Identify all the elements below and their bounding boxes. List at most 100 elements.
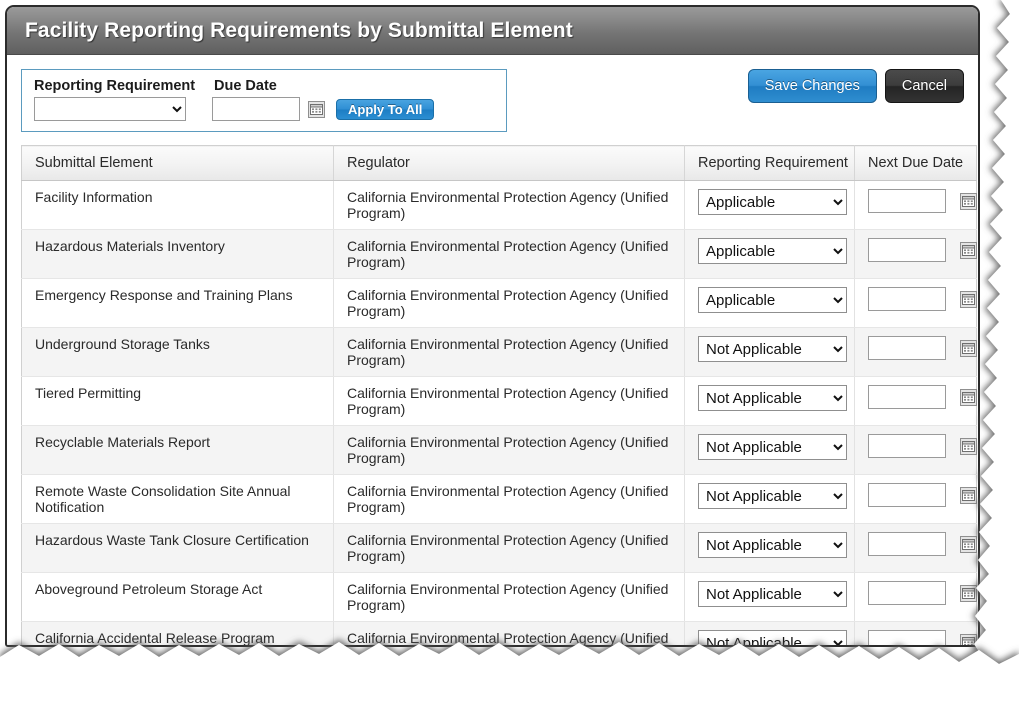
cell-next-due-date: [854, 278, 977, 328]
table-row: Underground Storage Tanks California Envi…: [21, 327, 977, 377]
due-date-control: [868, 532, 977, 556]
cell-reporting-requirement: Not Applicable: [684, 572, 855, 622]
cell-submittal-element: California Accidental Release Program: [21, 621, 334, 645]
cell-regulator: California Environmental Protection Agen…: [333, 621, 685, 645]
due-date-control: [868, 385, 977, 409]
cell-submittal-element: Aboveground Petroleum Storage Act: [21, 572, 334, 622]
cell-next-due-date: [854, 327, 977, 377]
reporting-requirement-select[interactable]: Not Applicable: [698, 483, 847, 509]
reporting-requirement-select[interactable]: Not Applicable: [698, 385, 847, 411]
filter-reporting-requirement-label: Reporting Requirement: [34, 78, 196, 94]
due-date-control: [868, 336, 977, 360]
cell-regulator: California Environmental Protection Agen…: [333, 425, 685, 475]
calendar-icon[interactable]: [960, 584, 977, 602]
calendar-icon[interactable]: [960, 192, 977, 210]
cell-reporting-requirement: Not Applicable: [684, 621, 855, 645]
reporting-requirement-select[interactable]: Not Applicable: [698, 434, 847, 460]
calendar-icon[interactable]: [960, 290, 977, 308]
table-row: Emergency Response and Training Plans Cal…: [21, 278, 977, 328]
next-due-date-input[interactable]: [868, 630, 946, 645]
filter-due-date-label: Due Date: [214, 78, 277, 94]
column-header-next-due-date: Next Due Date: [854, 145, 977, 181]
submittal-element-table: Submittal Element Regulator Reporting Re…: [21, 145, 977, 645]
due-date-control: [868, 630, 977, 645]
cell-next-due-date: [854, 523, 977, 573]
cell-next-due-date: [854, 474, 977, 524]
next-due-date-input[interactable]: [868, 385, 946, 409]
next-due-date-input[interactable]: [868, 238, 946, 262]
apply-to-all-panel: Reporting Requirement Due Date Apply To …: [21, 69, 507, 132]
reporting-requirement-select[interactable]: Applicable: [698, 189, 847, 215]
cell-reporting-requirement: Applicable: [684, 180, 855, 230]
next-due-date-input[interactable]: [868, 287, 946, 311]
cell-submittal-element: Facility Information: [21, 180, 334, 230]
cell-reporting-requirement: Not Applicable: [684, 523, 855, 573]
next-due-date-input[interactable]: [868, 189, 946, 213]
reporting-requirement-select[interactable]: Not Applicable: [698, 532, 847, 558]
next-due-date-input[interactable]: [868, 434, 946, 458]
reporting-requirement-select[interactable]: Applicable: [698, 287, 847, 313]
page-title: Facility Reporting Requirements by Submi…: [25, 18, 573, 42]
calendar-icon[interactable]: [960, 339, 977, 357]
cell-submittal-element: Recyclable Materials Report: [21, 425, 334, 475]
next-due-date-input[interactable]: [868, 532, 946, 556]
filter-labels: Reporting Requirement Due Date: [34, 78, 496, 94]
reporting-requirement-select[interactable]: Not Applicable: [698, 336, 847, 362]
cell-reporting-requirement: Not Applicable: [684, 474, 855, 524]
table-row: Aboveground Petroleum Storage Act Califor…: [21, 572, 977, 622]
cell-next-due-date: [854, 229, 977, 279]
screenshot-root: Facility Reporting Requirements by Submi…: [0, 0, 1019, 702]
due-date-control: [868, 238, 977, 262]
reporting-requirement-select[interactable]: Not Applicable: [698, 581, 847, 607]
calendar-icon[interactable]: [960, 437, 977, 455]
table-row: Remote Waste Consolidation Site Annual N…: [21, 474, 977, 524]
cell-regulator: California Environmental Protection Agen…: [333, 572, 685, 622]
cell-next-due-date: [854, 621, 977, 645]
column-header-reporting-requirement: Reporting Requirement: [684, 145, 855, 181]
filter-controls: Apply To All: [34, 97, 496, 121]
next-due-date-input[interactable]: [868, 336, 946, 360]
calendar-icon[interactable]: [308, 100, 325, 118]
due-date-control: [868, 483, 977, 507]
cell-next-due-date: [854, 425, 977, 475]
cell-next-due-date: [854, 376, 977, 426]
cell-reporting-requirement: Not Applicable: [684, 425, 855, 475]
cell-regulator: California Environmental Protection Agen…: [333, 278, 685, 328]
apply-to-all-button[interactable]: Apply To All: [336, 98, 435, 120]
calendar-icon[interactable]: [960, 241, 977, 259]
cell-submittal-element: Hazardous Materials Inventory: [21, 229, 334, 279]
cell-submittal-element: Tiered Permitting: [21, 376, 334, 426]
reporting-requirement-select[interactable]: Not Applicable: [698, 630, 847, 645]
cell-submittal-element: Underground Storage Tanks: [21, 327, 334, 377]
due-date-control: [868, 287, 977, 311]
table-row: California Accidental Release Program Cal…: [21, 621, 977, 645]
table-row: Hazardous Materials Inventory California …: [21, 229, 977, 279]
cell-reporting-requirement: Applicable: [684, 229, 855, 279]
table-row: Facility Information California Environme…: [21, 180, 977, 230]
due-date-control: [868, 434, 977, 458]
table-row: Tiered Permitting California Environmenta…: [21, 376, 977, 426]
cell-reporting-requirement: Not Applicable: [684, 327, 855, 377]
cell-regulator: California Environmental Protection Agen…: [333, 229, 685, 279]
calendar-icon[interactable]: [960, 486, 977, 504]
cell-regulator: California Environmental Protection Agen…: [333, 474, 685, 524]
save-changes-button-top[interactable]: Save Changes: [747, 69, 877, 103]
cell-reporting-requirement: Not Applicable: [684, 376, 855, 426]
reporting-requirement-select[interactable]: Applicable: [698, 238, 847, 264]
reporting-requirements-window: Facility Reporting Requirements by Submi…: [5, 5, 980, 647]
table-header-row: Submittal Element Regulator Reporting Re…: [21, 145, 977, 181]
filter-reporting-requirement-select[interactable]: [34, 97, 186, 121]
window-body: Save Changes Cancel Reporting Requiremen…: [7, 55, 978, 645]
cancel-button-top[interactable]: Cancel: [884, 69, 964, 103]
calendar-icon[interactable]: [960, 633, 977, 645]
calendar-icon[interactable]: [960, 388, 977, 406]
calendar-icon[interactable]: [960, 535, 977, 553]
next-due-date-input[interactable]: [868, 581, 946, 605]
table-row: Hazardous Waste Tank Closure Certificati…: [21, 523, 977, 573]
table-body: Facility Information California Environme…: [21, 180, 977, 645]
cell-regulator: California Environmental Protection Agen…: [333, 523, 685, 573]
next-due-date-input[interactable]: [868, 483, 946, 507]
cell-submittal-element: Hazardous Waste Tank Closure Certificati…: [21, 523, 334, 573]
cell-regulator: California Environmental Protection Agen…: [333, 180, 685, 230]
filter-due-date-input[interactable]: [212, 97, 300, 121]
